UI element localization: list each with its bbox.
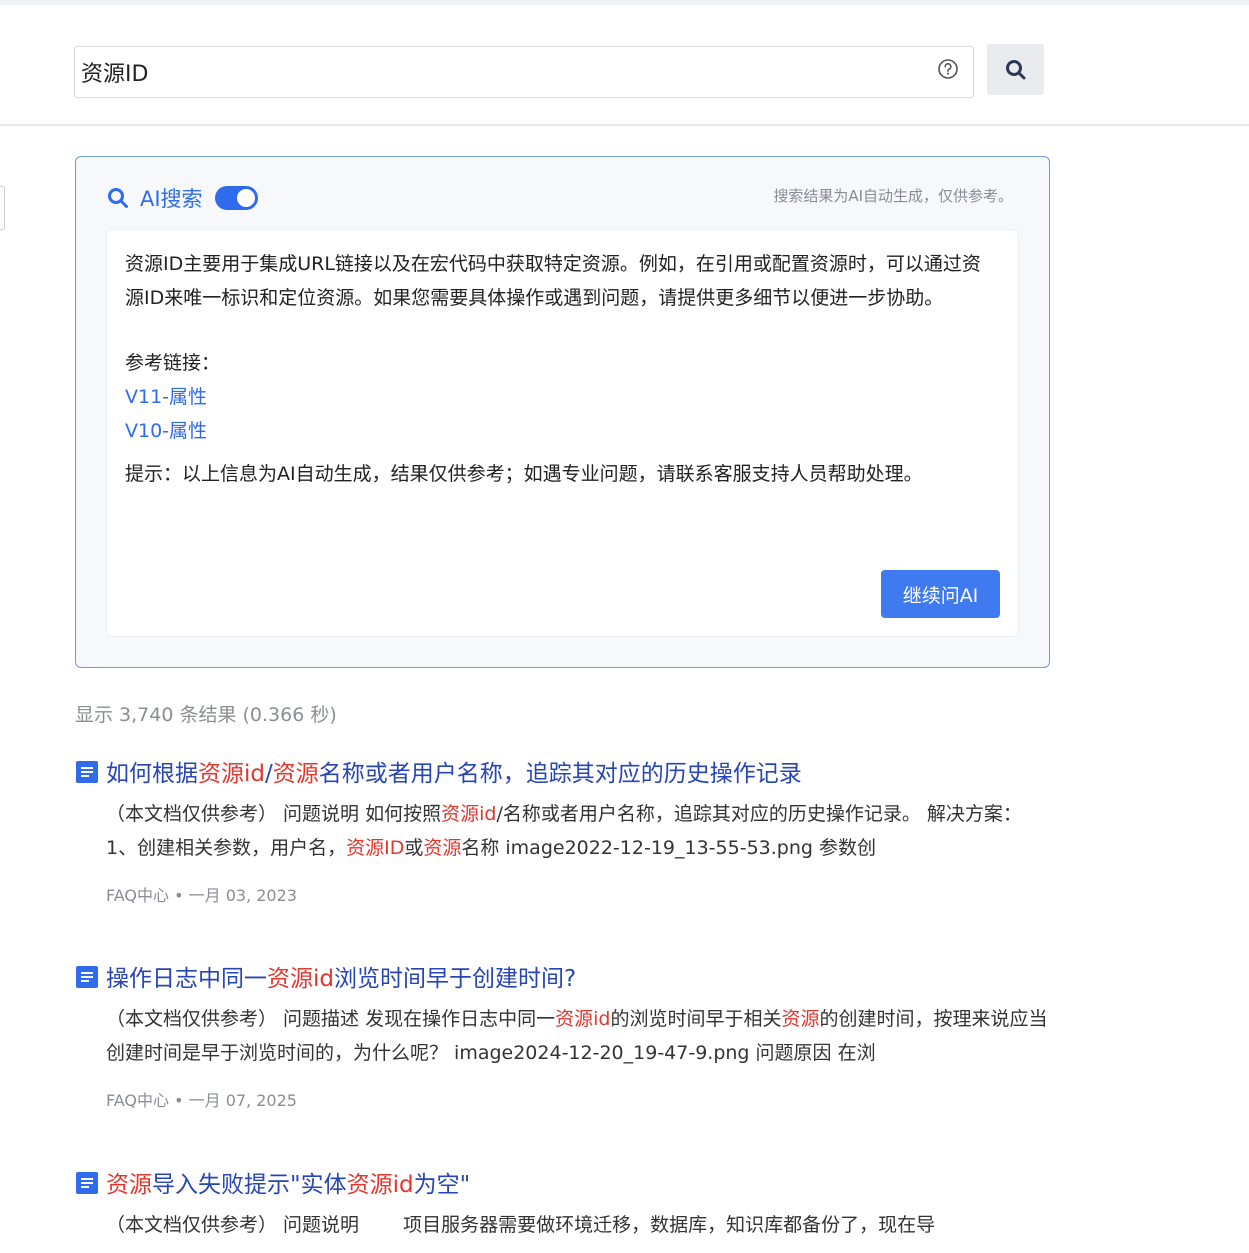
text-segment: （本文档仅供参考） 问题描述 发现在操作日志中同一 xyxy=(106,1008,556,1030)
text-segment: / xyxy=(265,761,273,787)
highlight-term: 资源 xyxy=(423,836,462,859)
text-segment: 操作日志中同一 xyxy=(106,966,267,992)
text-segment: 如何根据 xyxy=(106,761,198,787)
highlight-term: 资源 xyxy=(781,1008,820,1030)
text-segment: 名称 image2022-12-19_13-55-53.png 参数创 xyxy=(461,836,876,859)
highlight-term: 资源id xyxy=(441,803,497,825)
text-segment: 导入失败提示"实体 xyxy=(152,1172,347,1198)
highlight-term: 资源id xyxy=(267,966,334,992)
results-summary: 显示 3,740 条结果 (0.366 秒) xyxy=(75,704,337,726)
result-snippet: （本文档仅供参考） 问题描述 发现在操作日志中同一资源id的浏览时间早于相关资源… xyxy=(106,1003,1051,1070)
question-circle-icon[interactable] xyxy=(937,58,959,80)
ai-answer-box: 资源ID主要用于集成URL链接以及在宏代码中获取特定资源。例如，在引用或配置资源… xyxy=(106,229,1019,637)
highlight-term: 资源ID xyxy=(346,836,405,859)
text-segment: 或 xyxy=(404,836,424,859)
result-title-link[interactable]: 如何根据资源id/资源名称或者用户名称，追踪其对应的历史操作记录 xyxy=(106,754,802,788)
ai-search-toggle[interactable] xyxy=(214,186,258,210)
search-button[interactable] xyxy=(987,44,1044,95)
top-search-bar xyxy=(0,0,1249,126)
result-snippet: （本文档仅供参考） 问题说明 如何按照资源id/名称或者用户名称，追踪其对应的历… xyxy=(106,798,1051,865)
search-input[interactable] xyxy=(81,55,921,89)
continue-ask-ai-button[interactable]: 继续问AI xyxy=(881,570,1000,618)
search-icon xyxy=(1005,59,1025,79)
highlight-term: 资源 xyxy=(272,761,319,787)
side-panel-handle[interactable] xyxy=(0,186,5,230)
search-box[interactable] xyxy=(74,46,974,98)
highlight-term: 资源 xyxy=(106,1172,152,1198)
ai-tip-text: 提示：以上信息为AI自动生成，结果仅供参考；如遇专业问题，请联系客服支持人员帮助… xyxy=(125,463,923,485)
result-snippet: （本文档仅供参考） 问题说明 项目服务器需要做环境迁移，数据库，知识库都备份了，… xyxy=(106,1209,1051,1243)
ai-search-header: AI搜索 xyxy=(106,183,258,213)
document-icon xyxy=(75,1171,99,1195)
result-meta: FAQ中心 • 一月 03, 2023 xyxy=(106,886,297,905)
document-icon xyxy=(75,760,99,784)
text-segment: （本文档仅供参考） 问题说明 项目服务器需要做环境迁移，数据库，知识库都备份了，… xyxy=(106,1214,936,1236)
text-segment: 为空" xyxy=(413,1172,471,1198)
toggle-knob xyxy=(236,189,255,207)
text-segment: 浏览时间早于创建时间? xyxy=(334,966,577,992)
ai-disclaimer: 搜索结果为AI自动生成，仅供参考。 xyxy=(773,187,1013,205)
highlight-term: 资源id xyxy=(346,1172,414,1198)
result-title-link[interactable]: 操作日志中同一资源id浏览时间早于创建时间? xyxy=(106,959,576,993)
highlight-term: 资源id xyxy=(555,1008,611,1030)
result-title-link[interactable]: 资源导入失败提示"实体资源id为空" xyxy=(106,1165,470,1199)
result-meta: FAQ中心 • 一月 07, 2025 xyxy=(106,1091,297,1110)
text-segment: （本文档仅供参考） 问题说明 如何按照 xyxy=(106,803,442,825)
ai-search-title: AI搜索 xyxy=(140,187,203,211)
ai-search-panel: AI搜索 搜索结果为AI自动生成，仅供参考。 资源ID主要用于集成URL链接以及… xyxy=(75,156,1050,668)
ai-reference-link[interactable]: V10-属性 xyxy=(125,416,207,443)
ai-reference-link[interactable]: V11-属性 xyxy=(125,382,207,409)
text-segment: 的浏览时间早于相关 xyxy=(610,1008,782,1030)
ai-answer-text: 资源ID主要用于集成URL链接以及在宏代码中获取特定资源。例如，在引用或配置资源… xyxy=(125,253,981,309)
ai-search-icon xyxy=(108,188,128,208)
ai-reference-title: 参考链接： xyxy=(125,352,221,374)
document-icon xyxy=(75,965,99,989)
highlight-term: 资源id xyxy=(198,761,265,787)
text-segment: 名称或者用户名称，追踪其对应的历史操作记录 xyxy=(318,761,802,787)
